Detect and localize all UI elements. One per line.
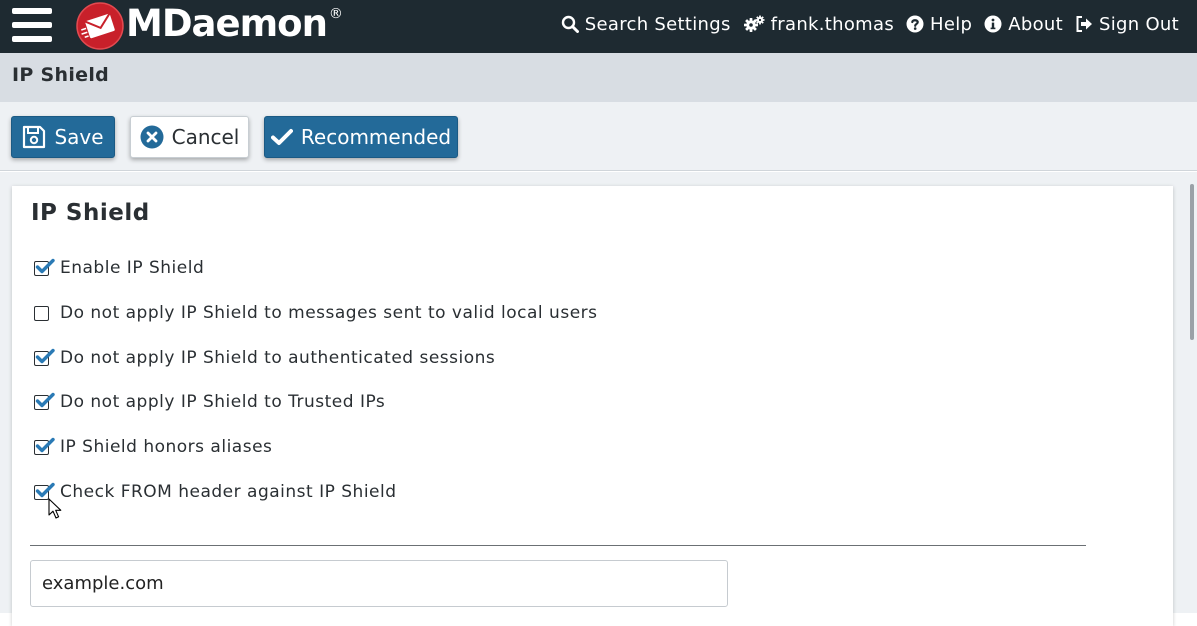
nav-search-settings-label: Search Settings bbox=[584, 13, 731, 35]
info-circle-icon bbox=[984, 15, 1002, 33]
checkmark-icon bbox=[35, 482, 55, 497]
nav-about[interactable]: About bbox=[984, 14, 1063, 35]
nav-sign-out[interactable]: Sign Out bbox=[1075, 14, 1179, 35]
scrollbar-thumb[interactable] bbox=[1190, 184, 1194, 340]
nav-about-label: About bbox=[1008, 13, 1063, 35]
option-skip-valid-local-users[interactable]: Do not apply IP Shield to messages sent … bbox=[34, 303, 598, 323]
checkmark-icon bbox=[35, 437, 55, 452]
option-check-from-header[interactable]: Check FROM header against IP Shield bbox=[34, 482, 397, 502]
domain-input[interactable] bbox=[30, 560, 728, 607]
brand-name: MDaemon bbox=[126, 2, 328, 45]
menu-toggle-icon[interactable] bbox=[10, 6, 54, 46]
checkmark-icon bbox=[35, 258, 55, 273]
nav-user-account[interactable]: frank.thomas bbox=[743, 14, 894, 35]
checkmark-icon bbox=[35, 392, 55, 407]
brand-logo[interactable]: MDaemon ® bbox=[76, 2, 343, 50]
checkbox[interactable] bbox=[34, 305, 51, 322]
nav-search-settings[interactable]: Search Settings bbox=[561, 14, 731, 35]
option-label: Do not apply IP Shield to messages sent … bbox=[60, 303, 598, 323]
option-label: Do not apply IP Shield to Trusted IPs bbox=[60, 392, 386, 412]
checkbox[interactable] bbox=[34, 437, 55, 456]
checkmark-icon bbox=[35, 348, 55, 363]
floppy-disk-icon bbox=[23, 125, 46, 149]
ip-shield-panel: IP Shield Enable IP Shield Do not apply … bbox=[12, 186, 1173, 626]
option-honors-aliases[interactable]: IP Shield honors aliases bbox=[34, 437, 272, 457]
times-circle-icon bbox=[140, 125, 164, 149]
main-content: IP Shield Enable IP Shield Do not apply … bbox=[0, 172, 1197, 626]
sign-out-icon bbox=[1076, 16, 1092, 32]
option-skip-trusted-ips[interactable]: Do not apply IP Shield to Trusted IPs bbox=[34, 392, 385, 412]
save-button[interactable]: Save bbox=[11, 116, 115, 158]
checkbox[interactable] bbox=[34, 482, 55, 501]
option-label: IP Shield honors aliases bbox=[60, 437, 273, 457]
cogs-icon bbox=[743, 15, 765, 32]
nav-sign-out-label: Sign Out bbox=[1098, 13, 1179, 35]
top-navigation-bar: MDaemon ® Search Settings frank.thomas H… bbox=[0, 0, 1197, 53]
option-skip-authenticated-sessions[interactable]: Do not apply IP Shield to authenticated … bbox=[34, 348, 495, 368]
nav-help-label: Help bbox=[930, 13, 973, 35]
cancel-button-label: Cancel bbox=[171, 125, 240, 149]
option-label: Enable IP Shield bbox=[60, 258, 205, 278]
action-toolbar: Save Cancel Recommended bbox=[0, 102, 1197, 171]
option-label: Do not apply IP Shield to authenticated … bbox=[60, 348, 496, 368]
page-title-band: IP Shield bbox=[0, 53, 1197, 102]
save-button-label: Save bbox=[54, 125, 104, 149]
panel-title: IP Shield bbox=[31, 200, 150, 226]
option-label: Check FROM header against IP Shield bbox=[60, 482, 397, 502]
search-icon bbox=[561, 15, 579, 33]
checkbox[interactable] bbox=[34, 258, 55, 277]
checkbox[interactable] bbox=[34, 348, 55, 367]
page-title: IP Shield bbox=[12, 64, 110, 86]
cancel-button[interactable]: Cancel bbox=[130, 116, 249, 158]
option-enable-ip-shield[interactable]: Enable IP Shield bbox=[34, 258, 204, 278]
top-nav-links: Search Settings frank.thomas Help About … bbox=[561, 0, 1179, 48]
checkbox[interactable] bbox=[34, 392, 55, 411]
mdaemon-logo-icon bbox=[76, 2, 124, 50]
recommended-button[interactable]: Recommended bbox=[264, 116, 458, 158]
registered-mark: ® bbox=[328, 6, 343, 22]
checkmark-icon bbox=[270, 129, 293, 145]
recommended-button-label: Recommended bbox=[300, 125, 452, 149]
question-circle-icon bbox=[906, 15, 924, 33]
nav-help[interactable]: Help bbox=[906, 14, 972, 35]
section-divider bbox=[30, 545, 1086, 546]
nav-username-label: frank.thomas bbox=[770, 13, 894, 35]
